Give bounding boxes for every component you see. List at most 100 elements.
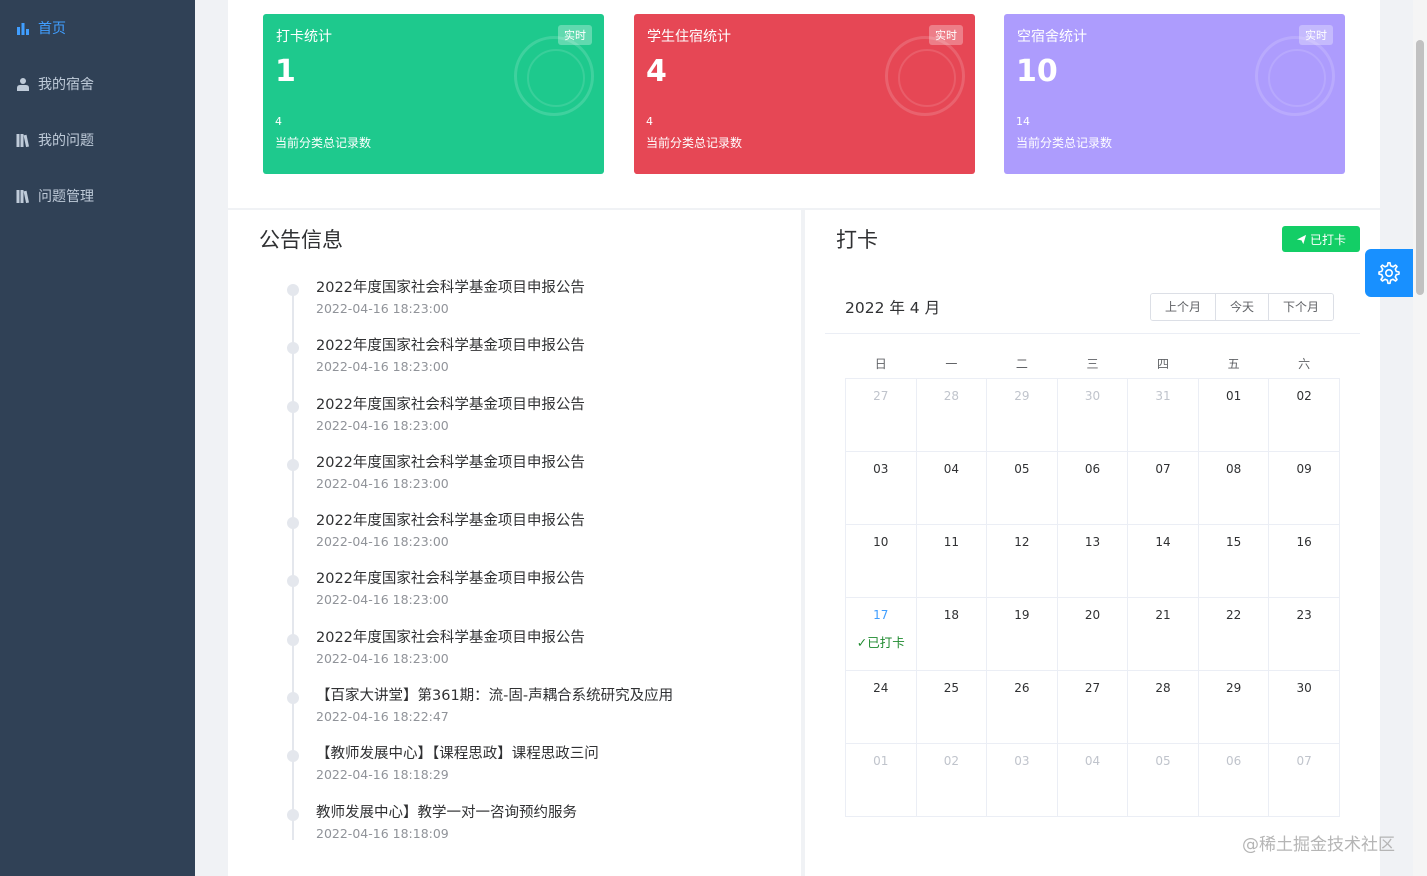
notice-item[interactable]: 教师发展中心】教学一对一咨询预约服务 2022-04-16 18:18:09 [286, 803, 786, 861]
calendar-day-cell[interactable]: 24 [845, 669, 917, 744]
calendar-day-cell[interactable]: 08 [1197, 450, 1270, 525]
calendar-day-cell[interactable]: 07 [1268, 742, 1340, 817]
calendar-day-cell[interactable]: 11 [915, 523, 988, 598]
notice-item-title[interactable]: 2022年度国家社会科学基金项目申报公告 [316, 628, 786, 648]
notice-item[interactable]: 【百家大讲堂】第361期：流-固-声耦合系统研究及应用 2022-04-16 18… [286, 686, 786, 744]
sidebar-item-my-issues[interactable]: 我的问题 [0, 112, 195, 168]
timeline-dot [287, 284, 299, 296]
notice-item-title[interactable]: 2022年度国家社会科学基金项目申报公告 [316, 395, 786, 415]
calendar-day-cell[interactable]: 12 [986, 523, 1058, 598]
notice-item-title[interactable]: 2022年度国家社会科学基金项目申报公告 [316, 336, 786, 356]
notice-item-time: 2022-04-16 18:23:00 [316, 475, 449, 491]
calendar-day-cell[interactable]: 13 [1056, 523, 1129, 598]
settings-button[interactable] [1365, 249, 1413, 297]
calendar-day-cell[interactable]: 26 [986, 669, 1058, 744]
calendar-day-cell[interactable]: 16 [1268, 523, 1340, 598]
notice-item[interactable]: 2022年度国家社会科学基金项目申报公告 2022-04-16 18:23:00 [286, 569, 786, 627]
notice-item-title[interactable]: 教师发展中心】教学一对一咨询预约服务 [316, 803, 786, 823]
calendar-day-cell[interactable]: 02 [1268, 377, 1340, 452]
calendar-day-cell[interactable]: 01 [845, 742, 917, 817]
calendar-day-cell[interactable]: 04 [1056, 742, 1129, 817]
weekday-label: 三 [1086, 357, 1099, 372]
calendar-day-number: 16 [1296, 534, 1312, 549]
calendar-day-cell[interactable]: 06 [1056, 450, 1129, 525]
calendar-day-cell[interactable]: 14 [1127, 523, 1199, 598]
calendar-day-cell[interactable]: 04 [915, 450, 988, 525]
notice-item-title[interactable]: 【教师发展中心】【课程思政】课程思政三问 [316, 744, 786, 764]
timeline-dot [287, 750, 299, 763]
calendar-day-cell[interactable]: 03 [986, 742, 1058, 817]
calendar-day-number: 25 [943, 680, 959, 695]
notice-item-title[interactable]: 2022年度国家社会科学基金项目申报公告 [316, 511, 786, 531]
books-icon [16, 133, 30, 147]
notice-item[interactable]: 【教师发展中心】【课程思政】课程思政三问 2022-04-16 18:18:29 [286, 744, 786, 802]
bar-chart-icon [16, 21, 30, 35]
calendar-day-cell[interactable]: 21 [1127, 596, 1199, 671]
notice-item[interactable]: 2022年度国家社会科学基金项目申报公告 2022-04-16 18:23:00 [286, 395, 786, 453]
calendar-day-cell[interactable]: 07 [1127, 450, 1199, 525]
notice-item-title[interactable]: 2022年度国家社会科学基金项目申报公告 [316, 453, 786, 473]
calendar-day-cell[interactable]: 05 [1127, 742, 1199, 817]
realtime-badge: 实时 [558, 25, 592, 45]
calendar-day-number: 15 [1225, 534, 1242, 549]
calendar-day-cell[interactable]: 30 [1056, 377, 1129, 452]
calendar-day-cell[interactable]: 01 [1197, 377, 1270, 452]
calendar-day-cell[interactable]: 29 [986, 377, 1058, 452]
calendar-day-number: 02 [1296, 388, 1312, 403]
calendar-day-cell[interactable]: 20 [1056, 596, 1129, 671]
calendar-day-cell[interactable]: 02 [915, 742, 988, 817]
next-month-button[interactable]: 下个月 [1268, 294, 1334, 320]
calendar-day-cell[interactable]: 28 [915, 377, 988, 452]
calendar-weekday-row: 日一二三四五六 [846, 350, 1340, 378]
calendar-day-cell[interactable]: 18 [915, 596, 988, 671]
calendar-day-number: 03 [1014, 753, 1030, 768]
notice-item-time: 2022-04-16 18:23:00 [316, 417, 449, 433]
calendar-day-cell[interactable]: 25 [915, 669, 988, 744]
notice-item-title[interactable]: 【百家大讲堂】第361期：流-固-声耦合系统研究及应用 [316, 686, 786, 706]
notice-item-title[interactable]: 2022年度国家社会科学基金项目申报公告 [316, 569, 786, 589]
calendar-day-cell[interactable]: 15 [1197, 523, 1270, 598]
calendar-day-cell[interactable]: 10 [845, 523, 917, 598]
timeline-dot [287, 692, 299, 705]
calendar-day-cell[interactable]: 06 [1197, 742, 1270, 817]
sidebar-item-issue-management[interactable]: 问题管理 [0, 168, 195, 224]
calendar-day-cell[interactable]: 23 [1268, 596, 1340, 671]
sidebar-item-home[interactable]: 首页 [0, 0, 195, 56]
today-button[interactable]: 今天 [1215, 294, 1269, 320]
page-scrollbar[interactable] [1413, 0, 1427, 876]
calendar-day-cell[interactable]: 05 [986, 450, 1058, 525]
calendar-day-number: 20 [1084, 607, 1101, 622]
calendar-day-cell[interactable]: 27 [1056, 669, 1129, 744]
calendar-day-number: 26 [1014, 680, 1030, 695]
notice-item[interactable]: 2022年度国家社会科学基金项目申报公告 2022-04-16 18:23:00 [286, 336, 786, 394]
calendar-day-cell[interactable]: 03 [845, 450, 917, 525]
weekday-label: 二 [1015, 357, 1028, 372]
calendar-day-cell[interactable]: 27 [845, 377, 917, 452]
main-content: 打卡统计 实时 1 4 当前分类总记录数 学生住宿统计 实时 4 4 当前分类总… [195, 0, 1427, 876]
notice-item[interactable]: 2022年度国家社会科学基金项目申报公告 2022-04-16 18:23:00 [286, 511, 786, 569]
calendar-day-cell[interactable]: 29 [1197, 669, 1270, 744]
calendar-day-cell[interactable]: 19 [986, 596, 1058, 671]
calendar-day-number: 18 [943, 607, 959, 622]
sidebar: 首页 我的宿舍 我的问题 问题管理 [0, 0, 195, 876]
calendar-day-number: 30 [1084, 388, 1101, 403]
calendar-day-number: 06 [1084, 461, 1101, 476]
notice-item[interactable]: 2022年度国家社会科学基金项目申报公告 2022-04-16 18:23:00 [286, 278, 786, 336]
notice-item[interactable]: 2022年度国家社会科学基金项目申报公告 2022-04-16 18:23:00 [286, 453, 786, 511]
stat-sub-value: 14 [1016, 115, 1030, 128]
notice-item[interactable]: 2022年度国家社会科学基金项目申报公告 2022-04-16 18:23:00 [286, 628, 786, 686]
calendar-day-cell[interactable]: 17 ✓已打卡 [845, 596, 917, 671]
prev-month-button[interactable]: 上个月 [1151, 294, 1216, 320]
calendar-day-number: 23 [1296, 607, 1312, 622]
sidebar-item-my-dorm[interactable]: 我的宿舍 [0, 56, 195, 112]
scrollbar-thumb[interactable] [1416, 40, 1424, 295]
calendar-day-cell[interactable]: 09 [1268, 450, 1340, 525]
calendar-day-cell[interactable]: 30 [1268, 669, 1340, 744]
checked-in-button-label: 已打卡 [1309, 232, 1346, 247]
checked-in-button[interactable]: 已打卡 [1282, 226, 1360, 252]
calendar-day-cell[interactable]: 22 [1197, 596, 1270, 671]
calendar-day-cell[interactable]: 31 [1127, 377, 1199, 452]
calendar-day-number: 11 [943, 534, 959, 549]
calendar-day-cell[interactable]: 28 [1127, 669, 1199, 744]
notice-item-title[interactable]: 2022年度国家社会科学基金项目申报公告 [316, 278, 786, 298]
